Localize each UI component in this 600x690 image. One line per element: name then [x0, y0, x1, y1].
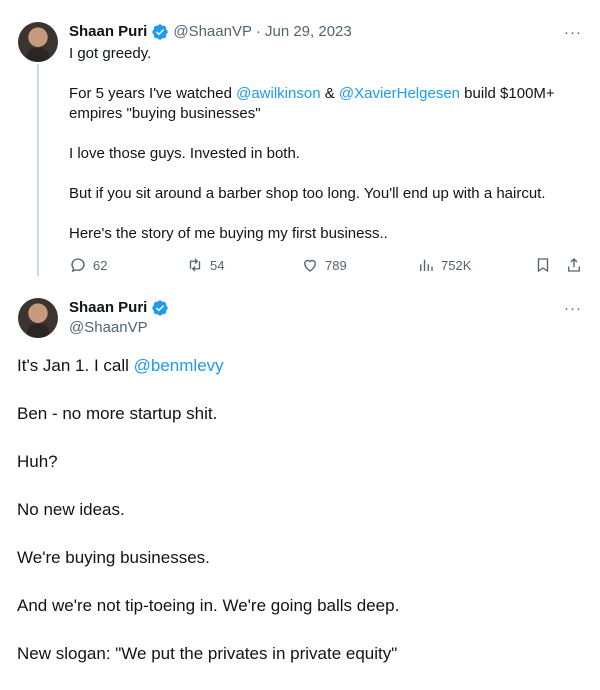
tweet-paragraph: New slogan: "We put the privates in priv…: [17, 644, 398, 663]
text-segment: For 5 years I've watched: [69, 85, 237, 102]
author-handle[interactable]: @ShaanVP: [173, 22, 252, 42]
like-icon: [304, 259, 316, 272]
author-name[interactable]: Shaan Puri: [69, 22, 147, 42]
tweet-paragraph: I love those guys. Invested in both.: [69, 145, 300, 162]
like-count: 789: [325, 257, 347, 273]
tweet-paragraph: I got greedy.: [69, 45, 152, 62]
tweet-paragraph: But if you sit around a barber shop too …: [69, 185, 546, 202]
tweet-actions-bar: 62 54 789 752K: [69, 256, 585, 276]
tweet-paragraph: Huh?: [17, 452, 58, 471]
text-segment: It's Jan 1. I call: [17, 356, 134, 375]
reply-button[interactable]: 62: [69, 256, 107, 274]
separator-dot: ·: [255, 23, 261, 40]
tweet-paragraph: For 5 years I've watched @awilkinson & @…: [69, 84, 579, 124]
tweet-paragraph: Ben - no more startup shit.: [17, 404, 218, 423]
share-icon: [568, 258, 580, 272]
tweet-date[interactable]: Jun 29, 2023: [265, 22, 352, 42]
mention-link[interactable]: @XavierHelgesen: [339, 85, 460, 102]
retweet-button[interactable]: 54: [186, 256, 224, 274]
mention-link[interactable]: @benmlevy: [134, 356, 224, 375]
views-count: 752K: [441, 257, 472, 273]
verified-badge-icon: [152, 24, 169, 40]
more-options-icon[interactable]: ···: [564, 25, 582, 40]
like-button[interactable]: 789: [301, 256, 347, 274]
author-name[interactable]: Shaan Puri: [69, 298, 147, 318]
bookmark-icon: [537, 258, 549, 273]
tweet-paragraph: And we're not tip-toeing in. We're going…: [17, 596, 400, 615]
bookmark-button[interactable]: [534, 256, 552, 274]
handle-row: @ShaanVP: [69, 318, 148, 338]
thread-connector-line: [37, 64, 39, 276]
tweet-paragraph: It's Jan 1. I call @benmlevy: [17, 354, 587, 378]
tweet-paragraph: We're buying businesses.: [17, 548, 210, 567]
tweet-paragraph: No new ideas.: [17, 500, 125, 519]
views-icon: [420, 259, 433, 271]
author-handle[interactable]: @ShaanVP: [69, 318, 148, 338]
tweet-text: I got greedy. For 5 years I've watched @…: [69, 44, 579, 264]
tweet-paragraph: Here's the story of me buying my first b…: [69, 225, 388, 242]
reply-count: 62: [93, 257, 108, 273]
tweet-header: Shaan Puri: [69, 298, 169, 318]
retweet-icon: [189, 258, 201, 272]
more-options-icon[interactable]: ···: [564, 301, 582, 316]
avatar[interactable]: [18, 22, 58, 62]
mention-link[interactable]: @awilkinson: [236, 85, 320, 102]
tweet-header: Shaan Puri @ShaanVP · Jun 29, 2023: [69, 22, 352, 42]
reply-icon: [71, 258, 85, 273]
verified-badge-icon: [152, 300, 169, 316]
tweet-text: It's Jan 1. I call @benmlevy Ben - no mo…: [17, 354, 587, 690]
retweet-count: 54: [210, 257, 225, 273]
avatar[interactable]: [18, 298, 58, 338]
share-button[interactable]: [565, 256, 583, 274]
views-button[interactable]: 752K: [417, 256, 471, 274]
text-segment: &: [320, 85, 339, 102]
